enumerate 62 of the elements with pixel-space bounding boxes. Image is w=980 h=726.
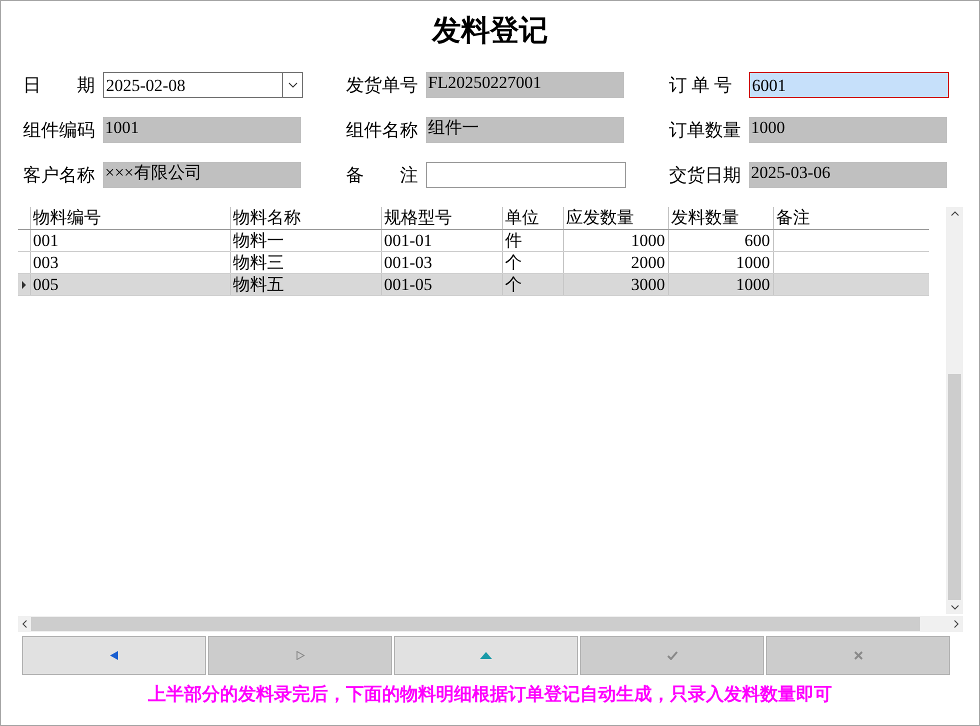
- field-label: 发货单号: [346, 76, 419, 94]
- table-cell: 3000: [631, 276, 665, 293]
- scroll-left-icon[interactable]: [22, 620, 27, 628]
- table-cell: 1000: [736, 276, 770, 293]
- column-header[interactable]: 备注: [773, 207, 928, 229]
- readonly-field: ×××有限公司: [103, 162, 301, 188]
- scroll-down-icon[interactable]: [950, 605, 958, 610]
- table-row[interactable]: 003 物料三 001-03 个 2000 1000: [18, 252, 929, 274]
- left-triangle-icon: [110, 651, 118, 660]
- table-cell: 物料一: [233, 232, 284, 249]
- window-title: 发料登记: [432, 17, 548, 49]
- scroll-up-icon[interactable]: [950, 211, 958, 216]
- horizontal-scrollbar[interactable]: [18, 616, 963, 632]
- table-cell: 001-03: [384, 254, 432, 271]
- field-label: 订单数量: [669, 121, 742, 139]
- input-field[interactable]: [426, 162, 626, 188]
- column-header[interactable]: 物料编号: [30, 207, 230, 229]
- up-triangle-icon: [480, 652, 492, 659]
- table-cell: 个: [505, 254, 522, 271]
- table-row[interactable]: 001 物料一 001-01 件 1000 600: [18, 230, 929, 252]
- field-label: 组件编码: [23, 121, 96, 139]
- table-cell: 003: [33, 254, 58, 271]
- table-cell: 个: [505, 276, 522, 293]
- check-icon: [666, 651, 678, 660]
- table-cell: 001: [33, 232, 58, 249]
- right-triangle-icon: [296, 651, 304, 660]
- up-button[interactable]: [394, 636, 578, 675]
- readonly-field: 2025-03-06: [749, 162, 947, 188]
- readonly-field: 1001: [103, 117, 301, 143]
- field-label: 交货日期: [669, 166, 742, 184]
- field-label: 订 单 号: [669, 76, 733, 94]
- previous-button[interactable]: [22, 636, 206, 675]
- column-header[interactable]: 规格型号: [381, 207, 502, 229]
- column-header[interactable]: 发料数量: [668, 207, 773, 229]
- table-cell: 2000: [631, 254, 665, 271]
- table-cell: 件: [505, 232, 522, 249]
- field-label: 组件名称: [346, 121, 419, 139]
- vertical-scrollbar[interactable]: [946, 207, 963, 614]
- column-header[interactable]: 应发数量: [563, 207, 668, 229]
- field-label: 备 注: [346, 166, 419, 184]
- footer-note: 上半部分的发料录完后，下面的物料明细根据订单登记自动生成，只录入发料数量即可: [148, 685, 832, 703]
- readonly-field: FL20250227001: [426, 72, 624, 98]
- table-cell: 物料五: [233, 276, 284, 293]
- table-cell: 物料三: [233, 254, 284, 271]
- scroll-right-icon[interactable]: [954, 620, 959, 628]
- field-label: 日 期: [23, 76, 96, 94]
- row-pointer-icon: [22, 280, 26, 288]
- table-cell: 1000: [631, 232, 665, 249]
- table-row[interactable]: 005 物料五 001-05 个 3000 1000: [18, 274, 929, 296]
- input-field[interactable]: 6001: [749, 72, 949, 98]
- table-cell: 001-01: [384, 232, 432, 249]
- column-header[interactable]: 单位: [502, 207, 563, 229]
- table-cell: 005: [33, 276, 58, 293]
- column-header[interactable]: 物料名称: [230, 207, 381, 229]
- table-cell: 600: [744, 232, 770, 249]
- field-label: 客户名称: [23, 166, 96, 184]
- date-field[interactable]: 2025-02-08: [103, 72, 303, 98]
- readonly-field: 组件一: [426, 117, 624, 143]
- table-cell: 1000: [736, 254, 770, 271]
- table-cell: 001-05: [384, 276, 432, 293]
- readonly-field: 1000: [749, 117, 947, 143]
- close-icon: [854, 651, 862, 660]
